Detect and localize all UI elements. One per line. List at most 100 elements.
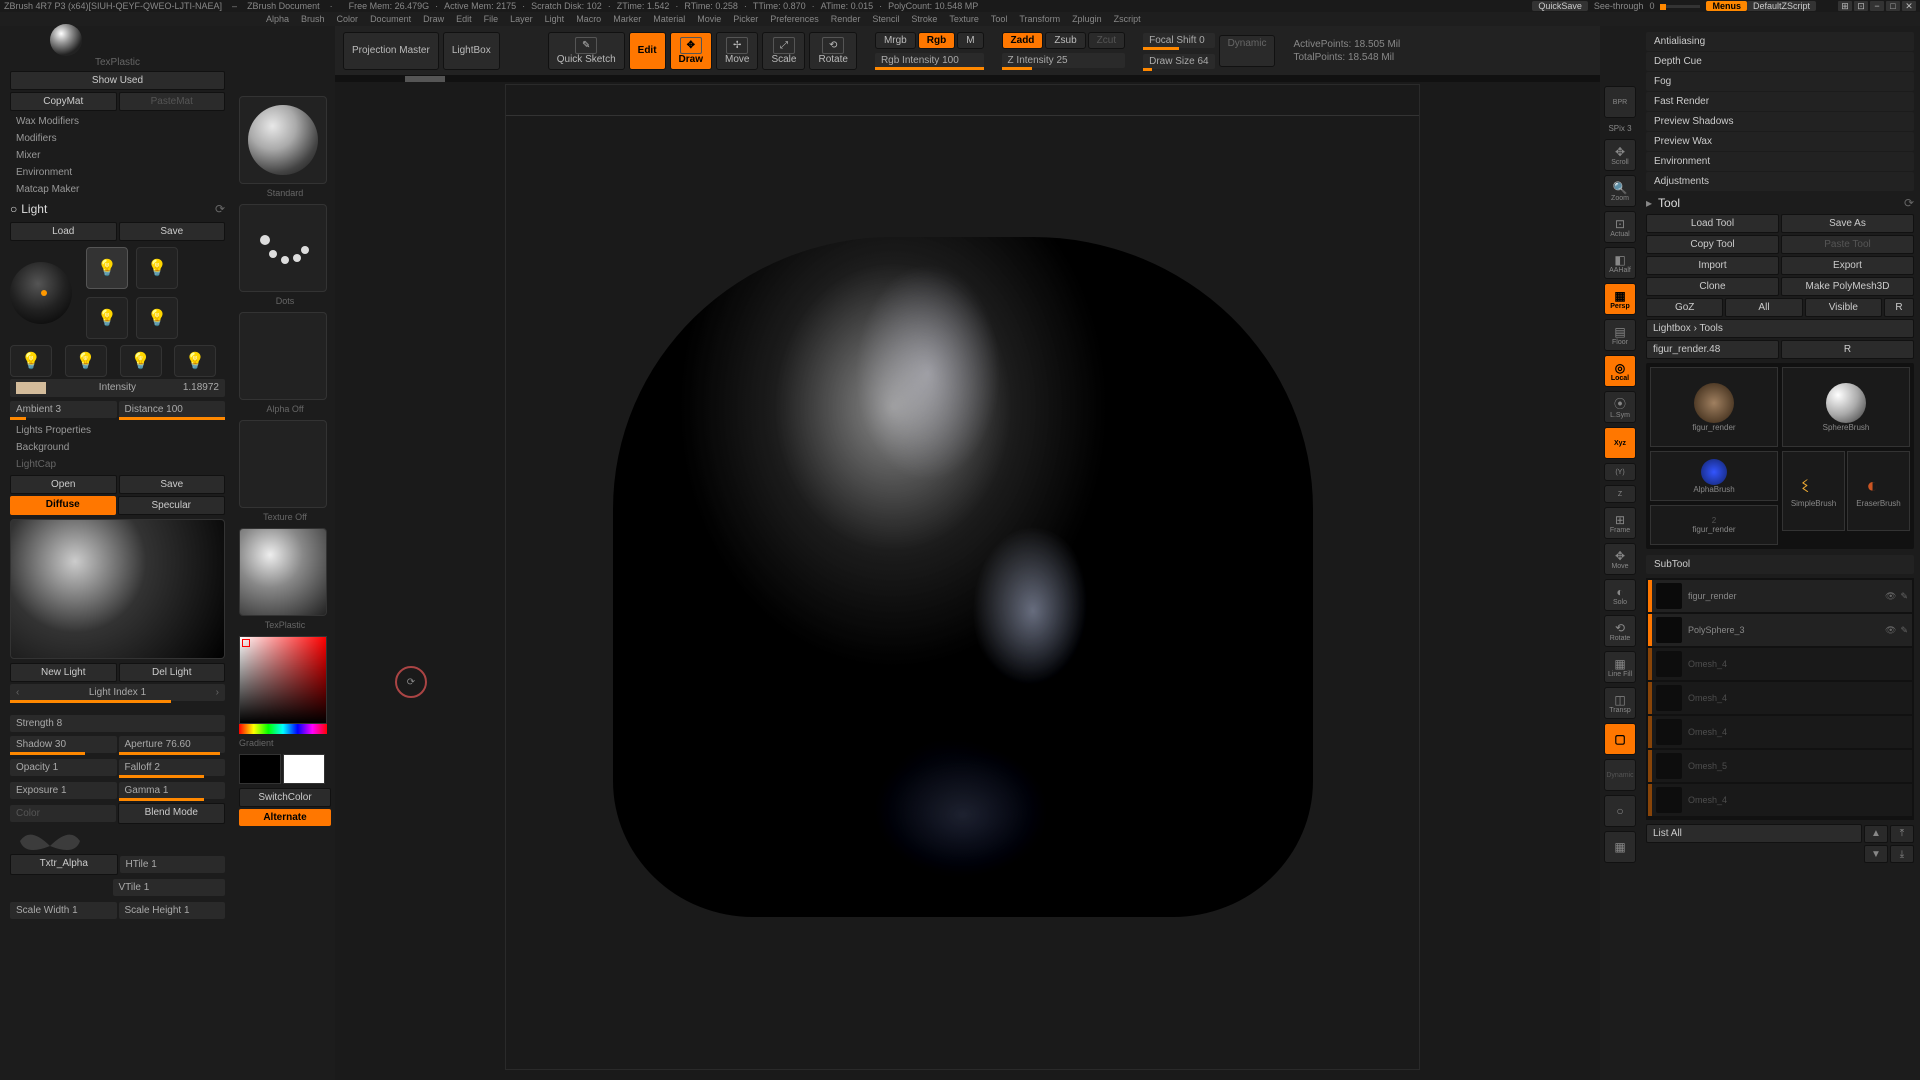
opacity-slider[interactable]: Opacity 1 — [10, 759, 117, 776]
new-light-button[interactable]: New Light — [10, 663, 117, 682]
dock-icon[interactable]: ⊡ — [1854, 1, 1868, 11]
pastemat-button[interactable]: PasteMat — [119, 92, 226, 111]
list-all-button[interactable]: List All — [1646, 824, 1862, 843]
light-color-swatch[interactable] — [16, 382, 46, 394]
linefill-button[interactable]: ▦Line Fill — [1604, 651, 1636, 683]
save-as-button[interactable]: Save As — [1781, 214, 1914, 233]
rgb-button[interactable]: Rgb — [918, 32, 955, 49]
subtool-row[interactable]: Omesh_5 — [1648, 750, 1912, 782]
menu-render[interactable]: Render — [831, 14, 861, 24]
tool-thumb-eraser[interactable]: ◐EraserBrush — [1847, 451, 1910, 531]
seethrough-slider[interactable] — [1660, 5, 1700, 8]
lightcap-item[interactable]: LightCap — [10, 456, 225, 473]
fastrender-item[interactable]: Fast Render — [1646, 92, 1914, 111]
switchcolor-button[interactable]: SwitchColor — [239, 788, 331, 807]
swatch-white[interactable] — [283, 754, 325, 784]
subtool-row[interactable]: PolySphere_3👁✎ — [1648, 614, 1912, 646]
material-sphere-icon[interactable] — [50, 26, 82, 56]
zsub-button[interactable]: Zsub — [1045, 32, 1085, 49]
stroke-thumb[interactable] — [239, 204, 327, 292]
menu-file[interactable]: File — [484, 14, 499, 24]
subtool-row[interactable]: Omesh_4 — [1648, 716, 1912, 748]
light-2-button[interactable]: 💡 — [136, 247, 178, 289]
previewwax-item[interactable]: Preview Wax — [1646, 132, 1914, 151]
light-7-button[interactable]: 💡 — [120, 345, 162, 377]
transp-button[interactable]: ◫Transp — [1604, 687, 1636, 719]
defaultscript-button[interactable]: DefaultZScript — [1747, 1, 1816, 11]
brush-icon[interactable]: ✎ — [1900, 625, 1908, 636]
blend-mode-button[interactable]: Blend Mode — [118, 803, 226, 824]
scroll-button[interactable]: ✥Scroll — [1604, 139, 1636, 171]
local-button[interactable]: ◎Local — [1604, 355, 1636, 387]
viewport[interactable] — [505, 84, 1420, 1070]
m-button[interactable]: M — [957, 32, 983, 49]
alpha-thumb[interactable] — [239, 312, 327, 400]
lightbox-tools-button[interactable]: Lightbox › Tools — [1646, 319, 1914, 338]
sculpture-mesh[interactable] — [613, 237, 1313, 917]
intensity-slider[interactable]: Intensity 1.18972 — [10, 379, 225, 397]
environment-item[interactable]: Environment — [10, 164, 225, 181]
brush-thumb[interactable] — [239, 96, 327, 184]
menu-picker[interactable]: Picker — [733, 14, 758, 24]
antialiasing-item[interactable]: Antialiasing — [1646, 32, 1914, 51]
light-3-button[interactable]: 💡 — [86, 297, 128, 339]
menu-zscript[interactable]: Zscript — [1114, 14, 1141, 24]
zcut-button[interactable]: Zcut — [1088, 32, 1125, 49]
previewshadows-item[interactable]: Preview Shadows — [1646, 112, 1914, 131]
environment-item-r[interactable]: Environment — [1646, 152, 1914, 171]
menus-button[interactable]: Menus — [1706, 1, 1747, 11]
light-8-button[interactable]: 💡 — [174, 345, 216, 377]
tool-thumb-figur[interactable]: figur_render — [1650, 367, 1778, 447]
mrgb-button[interactable]: Mrgb — [875, 32, 916, 49]
light-index-slider[interactable]: ‹ Light Index 1 › — [10, 684, 225, 701]
htile-slider[interactable]: HTile 1 — [120, 856, 226, 873]
adjustments-item[interactable]: Adjustments — [1646, 172, 1914, 191]
menu-edit[interactable]: Edit — [456, 14, 472, 24]
open-lightcap-button[interactable]: Open — [10, 475, 117, 494]
vtile-slider[interactable]: VTile 1 — [113, 879, 226, 896]
draw-button[interactable]: ✥Draw — [670, 32, 712, 70]
diffuse-button[interactable]: Diffuse — [10, 496, 116, 515]
maximize-icon[interactable]: □ — [1886, 1, 1900, 11]
edit-button[interactable]: Edit — [629, 32, 666, 70]
ambient-slider[interactable]: Ambient 3 — [10, 401, 117, 418]
lightcap-preview[interactable] — [10, 519, 225, 659]
light-position-sphere[interactable] — [10, 262, 72, 324]
visible-button[interactable]: Visible — [1805, 298, 1882, 317]
menu-marker[interactable]: Marker — [613, 14, 641, 24]
z-intensity-slider[interactable]: Z Intensity 25 — [1002, 53, 1126, 68]
spix-label[interactable]: SPix 3 — [1608, 124, 1631, 133]
expand-icon[interactable]: ⊞ — [1838, 1, 1852, 11]
menu-color[interactable]: Color — [337, 14, 359, 24]
light-1-button[interactable]: 💡 — [86, 247, 128, 289]
aahalf-button[interactable]: ◧AAHalf — [1604, 247, 1636, 279]
bpr-button[interactable]: BPR — [1604, 86, 1636, 118]
menu-brush[interactable]: Brush — [301, 14, 325, 24]
load-light-button[interactable]: Load — [10, 222, 117, 241]
focal-shift-slider[interactable]: Focal Shift 0 — [1143, 33, 1214, 48]
menu-stroke[interactable]: Stroke — [911, 14, 937, 24]
scale-width[interactable]: Scale Width 1 — [10, 902, 117, 919]
y-button[interactable]: (Y) — [1604, 463, 1636, 481]
menu-preferences[interactable]: Preferences — [770, 14, 819, 24]
move-top-button[interactable]: ⤒ — [1890, 825, 1914, 843]
projection-master-button[interactable]: Projection Master — [343, 32, 439, 70]
import-button[interactable]: Import — [1646, 256, 1779, 275]
background-item[interactable]: Background — [10, 439, 225, 456]
close-icon[interactable]: ✕ — [1902, 1, 1916, 11]
subtool-header[interactable]: SubTool — [1646, 555, 1914, 574]
fog-item[interactable]: Fog — [1646, 72, 1914, 91]
lightbox-button[interactable]: LightBox — [443, 32, 500, 70]
goz-button[interactable]: GoZ — [1646, 298, 1723, 317]
draw-size-slider[interactable]: Draw Size 64 — [1143, 54, 1214, 69]
shadow-slider[interactable]: Shadow 30 — [10, 736, 117, 753]
menu-alpha[interactable]: Alpha — [266, 14, 289, 24]
specular-button[interactable]: Specular — [118, 496, 226, 515]
modifiers-item[interactable]: Modifiers — [10, 130, 225, 147]
rotate-button[interactable]: ⟲Rotate — [809, 32, 856, 70]
scale-height[interactable]: Scale Height 1 — [119, 902, 226, 919]
alternate-button[interactable]: Alternate — [239, 809, 331, 826]
menu-macro[interactable]: Macro — [576, 14, 601, 24]
scale-button[interactable]: ⤢Scale — [762, 32, 805, 70]
tool-thumb-simple[interactable]: ଽSimpleBrush — [1782, 451, 1845, 531]
